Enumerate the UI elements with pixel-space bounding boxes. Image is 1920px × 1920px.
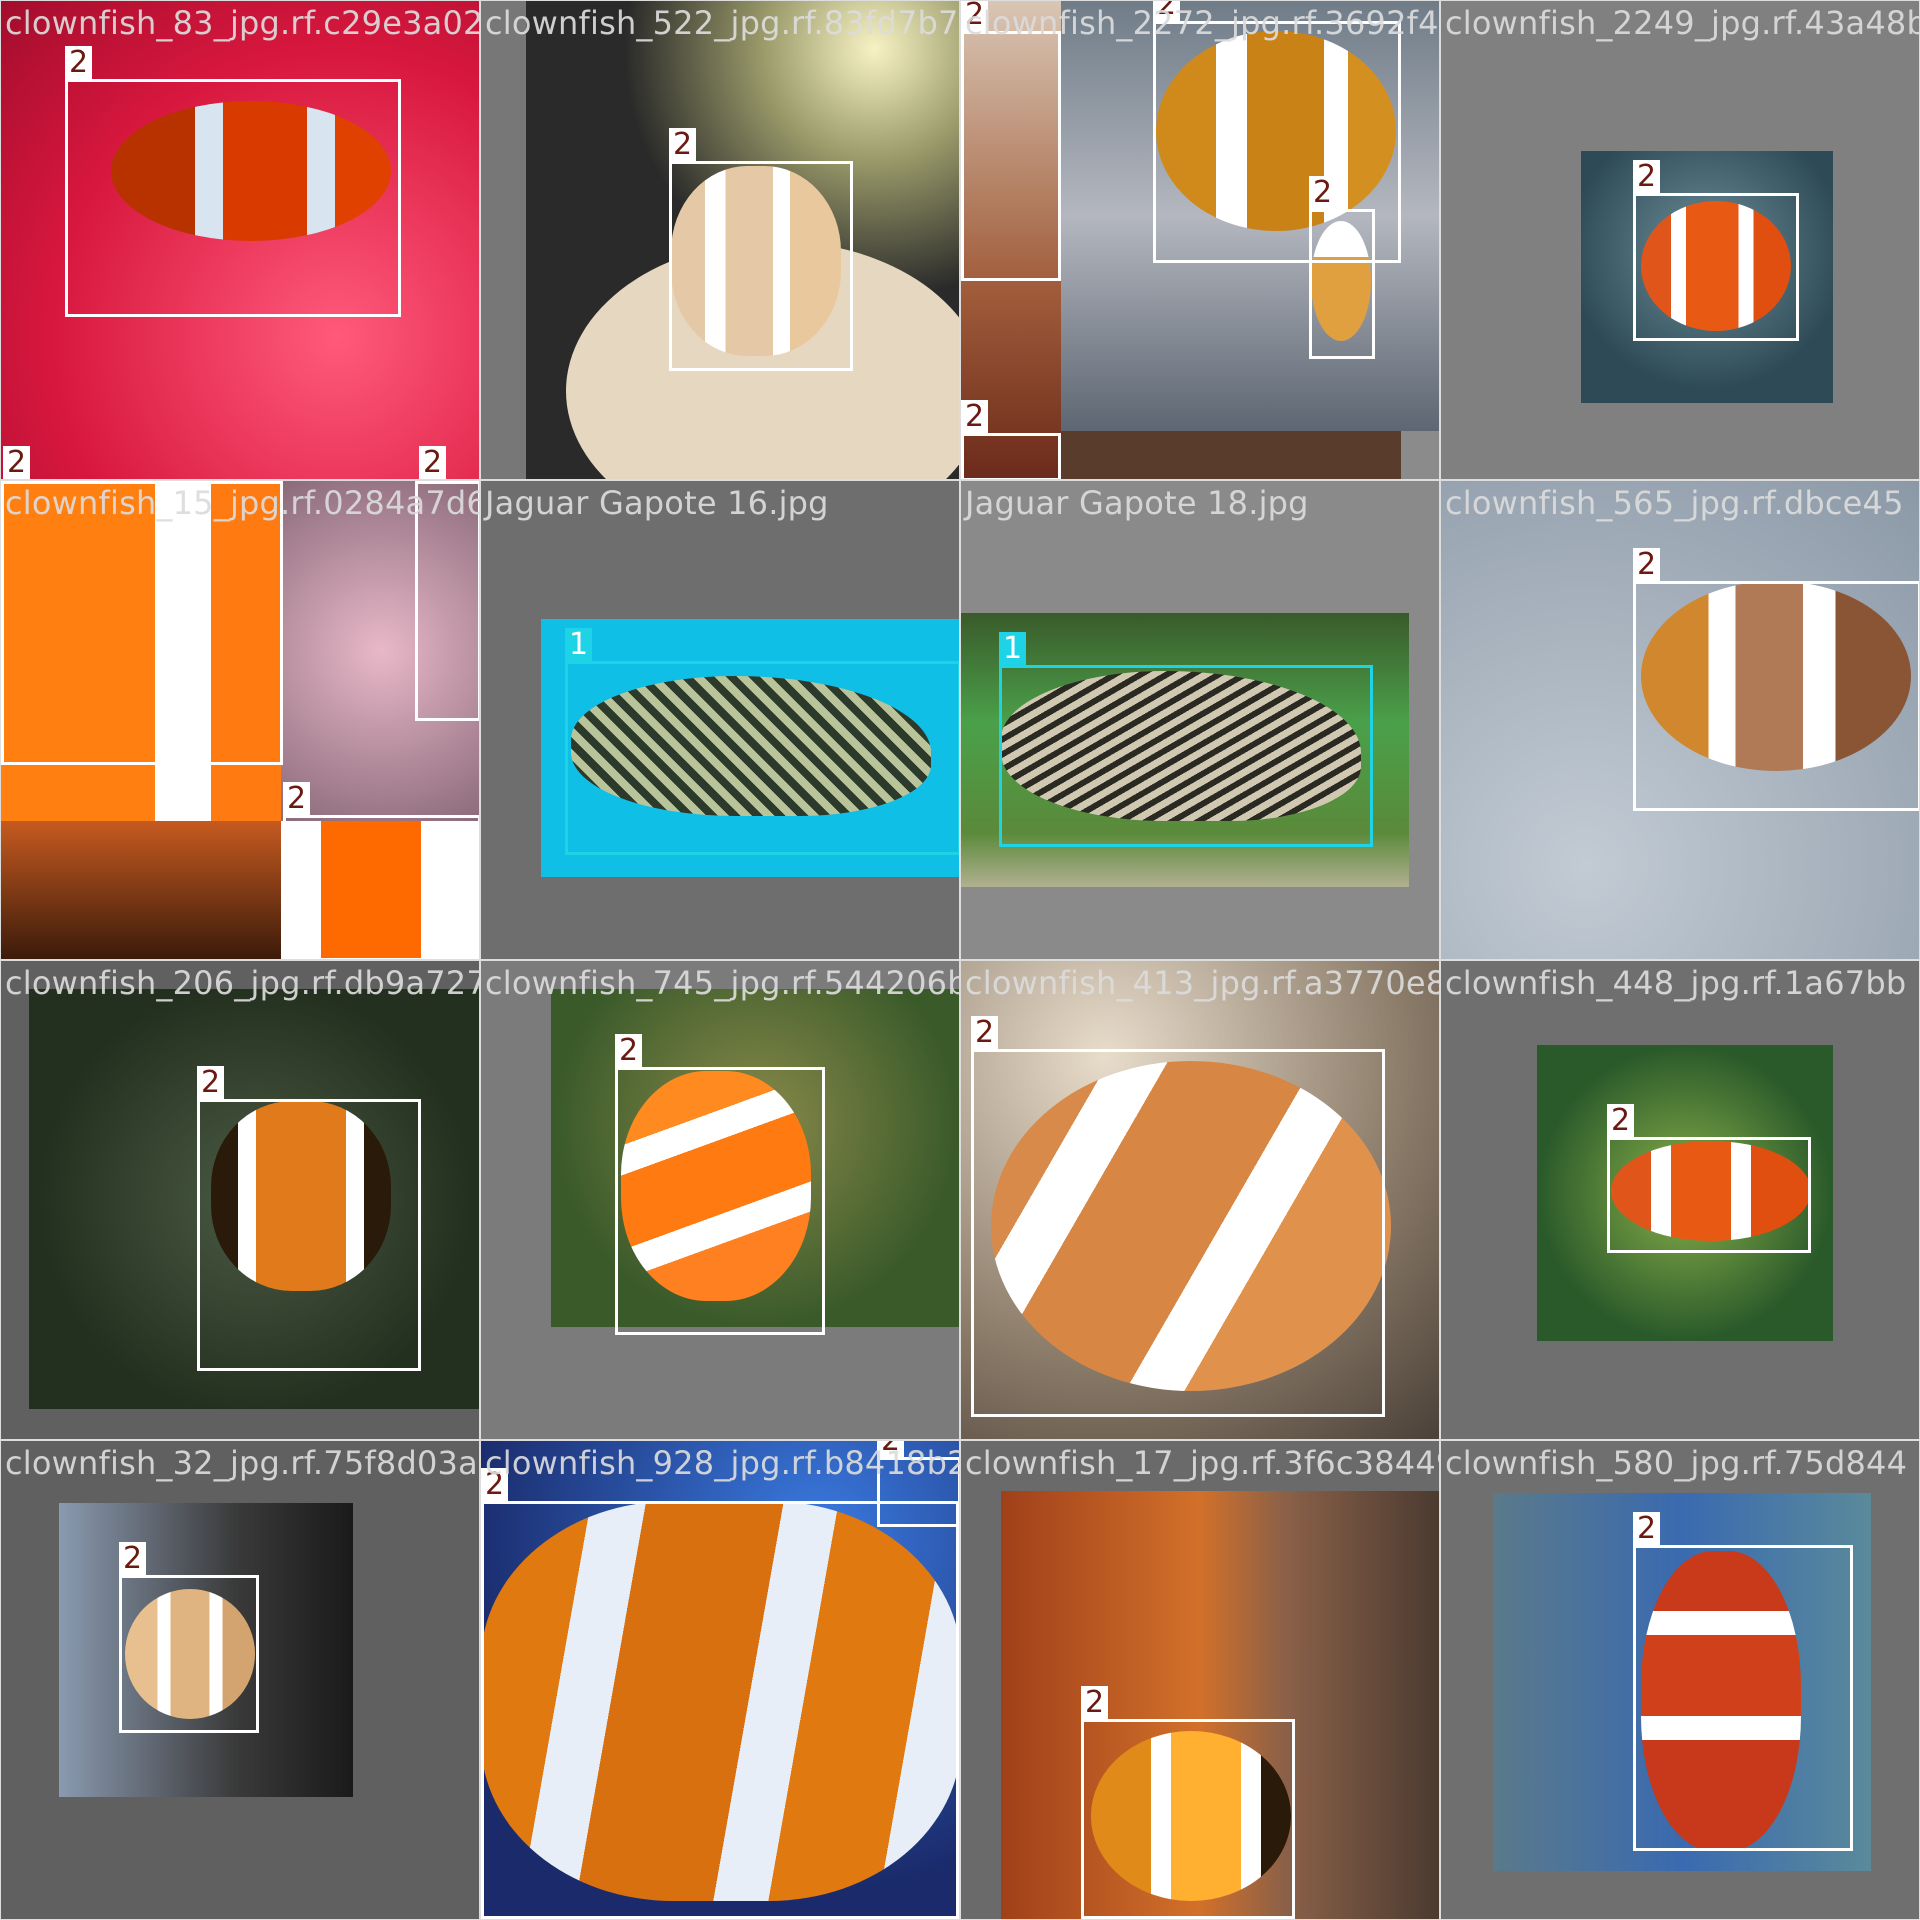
tile-caption: clownfish_32_jpg.rf.75f8d03a639685156286…: [5, 1444, 479, 1482]
class-label: 2: [419, 446, 447, 479]
tile-4: clownfish_2249_jpg.rf.43a48b9 2: [1440, 0, 1920, 480]
tile-caption: clownfish_413_jpg.rf.a3770e887af84c4438: [965, 964, 1439, 1002]
bbox-clownfish: 2: [481, 1468, 959, 1919]
tile-2: clownfish_522_jpg.rf.83fd7b75 2: [480, 0, 960, 480]
bbox-clownfish: 2: [1607, 1104, 1811, 1253]
bbox-clownfish: 2: [961, 1, 1061, 281]
bbox-clownfish: 2: [669, 128, 853, 371]
class-label: 2: [1633, 160, 1661, 194]
image-mosaic: clownfish_83_jpg.rf.c29e3a02f7bd64b522dj…: [0, 0, 1920, 1920]
tile-7: Jaguar Gapote 18.jpg 1: [960, 480, 1440, 960]
class-label: 1: [565, 628, 593, 662]
tile-16: clownfish_580_jpg.rf.75d844 2: [1440, 1440, 1920, 1920]
bbox-jaguar: 1: [565, 628, 959, 855]
bbox-clownfish: 2: [1081, 1686, 1295, 1919]
tile-caption: clownfish_17_jpg.rf.3f6c3844904af3f3590: [965, 1444, 1440, 1482]
class-label: 2: [971, 1016, 999, 1050]
tile-caption: Jaguar Gapote 18.jpg: [965, 484, 1309, 522]
tile-6: Jaguar Gapote 16.jpg 1: [480, 480, 960, 960]
bbox-clownfish: 2: [1633, 1512, 1853, 1851]
class-label: 2: [1081, 1686, 1109, 1720]
tile-15: clownfish_17_jpg.rf.3f6c3844904af3f3590 …: [960, 1440, 1440, 1920]
tile-caption: clownfish_206_jpg.rf.db9a727d3bf49974536: [5, 964, 479, 1002]
tile-1: clownfish_83_jpg.rf.c29e3a02f7bd64b522dj…: [0, 0, 480, 480]
tile-5: clownfish_15_jpg.rf.0284a7d6a71e6950e716…: [0, 480, 480, 960]
tile-caption: Jaguar Gapote 16.jpg: [485, 484, 829, 522]
bbox-clownfish: 2: [1309, 176, 1375, 359]
class-label: 2: [669, 128, 697, 162]
tile-8: clownfish_565_jpg.rf.dbce45 2: [1440, 480, 1920, 960]
bbox-clownfish: 2: [119, 1542, 259, 1733]
class-label: 2: [1633, 1512, 1661, 1546]
class-label: 2: [1309, 176, 1337, 210]
bbox-clownfish: 2: [961, 400, 1061, 479]
tile-12: clownfish_448_jpg.rf.1a67bb 2: [1440, 960, 1920, 1440]
tile-caption: clownfish_83_jpg.rf.c29e3a02f7bd64b522dj…: [5, 4, 479, 42]
class-label: 2: [961, 400, 989, 434]
tile-caption: clownfish_522_jpg.rf.83fd7b75: [485, 4, 960, 42]
tile-caption: clownfish_15_jpg.rf.0284a7d6a71e6950e716…: [5, 484, 479, 522]
class-label: 2: [3, 446, 31, 479]
bbox-clownfish: 2: [283, 782, 479, 959]
tile-caption: clownfish_2249_jpg.rf.43a48b9: [1445, 4, 1920, 42]
bbox-clownfish: 2: [615, 1034, 825, 1335]
bbox-jaguar: 1: [999, 632, 1373, 847]
tile-14: clownfish_928_jpg.rf.b8418b2424f22d18f16…: [480, 1440, 960, 1920]
tile-9: clownfish_206_jpg.rf.db9a727d3bf49974536…: [0, 960, 480, 1440]
class-label: 2: [197, 1066, 225, 1100]
bbox-clownfish: 2: [197, 1066, 421, 1371]
tile-caption: clownfish_448_jpg.rf.1a67bb: [1445, 964, 1907, 1002]
bbox-clownfish: 2: [1633, 160, 1799, 341]
tile-caption: clownfish_580_jpg.rf.75d844: [1445, 1444, 1908, 1482]
tile-10: clownfish_745_jpg.rf.544206bba7fe963f773…: [480, 960, 960, 1440]
class-label: 2: [615, 1034, 643, 1068]
class-label: 2: [283, 782, 311, 816]
tile-3: clownfish_2272_jpg.rf.3692f4c8d 2 2 2 2: [960, 0, 1440, 480]
bbox-clownfish: 2: [971, 1016, 1385, 1417]
bbox-clownfish: 2: [65, 46, 401, 317]
tile-caption: clownfish_565_jpg.rf.dbce45: [1445, 484, 1904, 522]
class-label: 2: [119, 1542, 147, 1576]
class-label: 2: [65, 46, 93, 80]
tile-caption: clownfish_745_jpg.rf.544206bba7fe963f773: [485, 964, 959, 1002]
tile-13: clownfish_32_jpg.rf.75f8d03a639685156286…: [0, 1440, 480, 1920]
class-label: 1: [999, 632, 1027, 666]
tile-11: clownfish_413_jpg.rf.a3770e887af84c4438 …: [960, 960, 1440, 1440]
class-label: 2: [1633, 548, 1661, 582]
class-label: 2: [1607, 1104, 1635, 1138]
tile-caption: clownfish_2272_jpg.rf.3692f4c8d: [965, 4, 1439, 42]
tile-caption: clownfish_928_jpg.rf.b8418b2424f22d18f16: [485, 1444, 959, 1482]
bbox-clownfish: 2: [1633, 548, 1919, 811]
